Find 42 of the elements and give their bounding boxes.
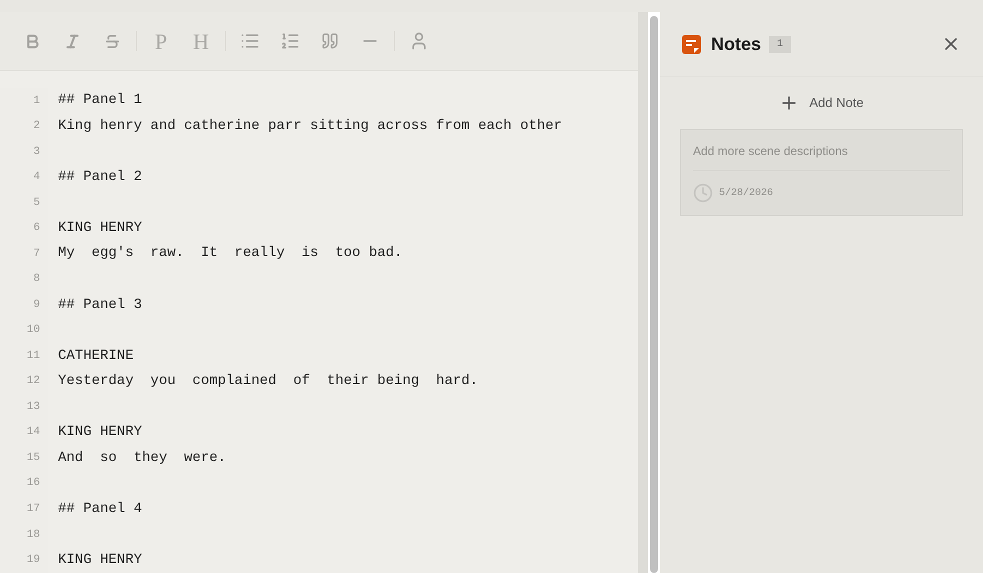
line-number: 3	[33, 144, 40, 160]
line-number: 19	[26, 553, 40, 568]
line-number: 1	[33, 94, 40, 109]
line-number: 13	[26, 400, 40, 415]
line-number: 11	[26, 348, 40, 364]
notes-icon	[682, 34, 701, 54]
script-line: KING HENRY	[58, 218, 142, 238]
note-card[interactable]: Add more scene descriptions 5/28/2026	[680, 129, 963, 216]
script-line: ## Panel 2	[58, 168, 142, 187]
line-number: 15	[26, 450, 40, 466]
script-line: Yesterday you complained of their being hard.	[58, 372, 478, 392]
line-number: 10	[26, 323, 40, 338]
panel-title: Notes	[711, 32, 762, 56]
script-line: My egg's raw. It really is too bad.	[58, 244, 402, 264]
script-line: ## Panel 4	[58, 500, 142, 519]
line-number: 12	[26, 374, 40, 390]
heading-style-button[interactable]: P	[141, 21, 181, 61]
line-number: 6	[33, 221, 40, 236]
script-line: And so they were.	[58, 448, 226, 468]
clock-icon	[693, 183, 713, 203]
line-number: 2	[33, 119, 40, 134]
note-date: 5/28/2026	[719, 186, 774, 200]
count-badge: 1	[769, 36, 792, 52]
line-number: 8	[33, 272, 40, 288]
script-line: KING HENRY	[58, 423, 142, 442]
line-number: 14	[26, 425, 40, 440]
line-number: 18	[26, 528, 40, 543]
script-line: ## Panel 1	[58, 91, 142, 110]
line-number: 7	[33, 246, 40, 262]
script-line: CATHERINE	[58, 346, 134, 366]
line-number: 5	[33, 196, 40, 211]
line-number: 9	[33, 298, 40, 313]
scrollbar-thumb[interactable]	[650, 16, 658, 573]
note-text: Add more scene descriptions	[693, 142, 950, 171]
line-number: 16	[26, 476, 40, 492]
script-line: King henry and catherine parr sitting across from each other	[58, 116, 562, 136]
script-line: ## Panel 3	[58, 296, 142, 315]
line-number: 17	[26, 502, 40, 518]
heading-style-button[interactable]: H	[181, 21, 221, 61]
line-number: 4	[33, 170, 40, 186]
script-line: KING HENRY	[58, 550, 142, 570]
add-note-button[interactable]: Add Note	[779, 93, 864, 113]
